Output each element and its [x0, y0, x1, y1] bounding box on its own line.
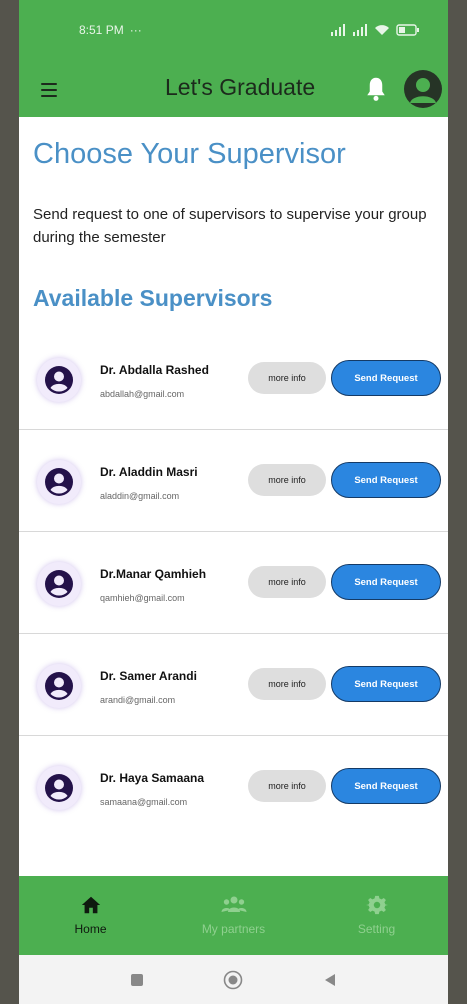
more-info-button[interactable]: more info [248, 566, 326, 598]
supervisor-row: Dr. Haya Samaana samaana@gmail.com more … [19, 736, 448, 838]
more-info-button[interactable]: more info [248, 668, 326, 700]
section-title: Available Supervisors [33, 285, 273, 311]
more-info-button[interactable]: more info [248, 464, 326, 496]
bottom-navigation: Home My partners Setting [19, 876, 448, 955]
status-extra: ··· [129, 23, 142, 37]
supervisor-name: Dr. Haya Samaana [100, 771, 205, 785]
supervisor-email: arandi@gmail.com [100, 695, 176, 705]
more-info-button[interactable]: more info [248, 362, 326, 394]
supervisor-email: samaana@gmail.com [100, 797, 188, 807]
nav-home[interactable]: Home [19, 876, 162, 955]
bell-icon[interactable] [361, 74, 391, 104]
supervisor-name: Dr.Manar Qamhieh [100, 567, 207, 581]
send-request-button[interactable]: Send Request [331, 768, 441, 804]
nav-home-label: Home [74, 922, 107, 936]
supervisor-list: Dr. Abdalla Rashed abdallah@gmail.com mo… [19, 328, 448, 838]
supervisor-email: qamhieh@gmail.com [100, 593, 185, 603]
avatar-icon [37, 358, 81, 402]
page-description: Send request to one of supervisors to su… [33, 206, 427, 246]
status-time: 8:51 PM [79, 23, 124, 37]
home-circle-icon[interactable] [221, 968, 245, 992]
nav-my-partners[interactable]: My partners [162, 876, 305, 955]
avatar-icon [37, 562, 81, 606]
supervisor-name: Dr. Aladdin Masri [100, 465, 198, 479]
app-title: Let's Graduate [165, 74, 316, 100]
avatar-icon [37, 664, 81, 708]
signal-icon-2 [353, 24, 367, 36]
supervisor-row: Dr.Manar Qamhieh qamhieh@gmail.com more … [19, 532, 448, 634]
send-request-button[interactable]: Send Request [331, 360, 441, 396]
supervisor-email: aladdin@gmail.com [100, 491, 180, 501]
app-bar: Let's Graduate [19, 62, 448, 117]
send-request-button[interactable]: Send Request [331, 462, 441, 498]
system-navigation-bar [19, 955, 448, 1004]
nav-my-partners-label: My partners [201, 922, 266, 936]
battery-icon [396, 24, 419, 36]
menu-icon[interactable] [35, 76, 63, 104]
send-request-button[interactable]: Send Request [331, 564, 441, 600]
more-info-button[interactable]: more info [248, 770, 326, 802]
gear-icon [365, 895, 388, 915]
wifi-icon [375, 25, 389, 35]
supervisor-row: Dr. Abdalla Rashed abdallah@gmail.com mo… [19, 328, 448, 430]
status-bar: 8:51 PM ··· [19, 0, 448, 60]
avatar-icon [37, 766, 81, 810]
supervisor-row: Dr. Samer Arandi arandi@gmail.com more i… [19, 634, 448, 736]
nav-setting[interactable]: Setting [305, 876, 448, 955]
top-bar: 8:51 PM ··· Let's Graduate [19, 0, 448, 117]
back-icon[interactable] [318, 968, 342, 992]
supervisor-name: Dr. Samer Arandi [100, 669, 197, 683]
supervisor-name: Dr. Abdalla Rashed [100, 363, 209, 377]
home-icon [81, 896, 100, 914]
supervisor-row: Dr. Aladdin Masri aladdin@gmail.com more… [19, 430, 448, 532]
nav-setting-label: Setting [357, 922, 396, 936]
status-left: 8:51 PM ··· [79, 23, 142, 37]
avatar-icon [37, 460, 81, 504]
app-screen: 8:51 PM ··· Let's Graduate Choose Your S… [19, 0, 448, 1004]
account-icon[interactable] [404, 70, 442, 108]
group-icon [221, 896, 246, 912]
signal-icon [331, 24, 345, 36]
status-right [330, 24, 420, 36]
page-title: Choose Your Supervisor [33, 138, 346, 170]
send-request-button[interactable]: Send Request [331, 666, 441, 702]
recents-icon[interactable] [125, 968, 149, 992]
supervisor-email: abdallah@gmail.com [100, 389, 185, 399]
